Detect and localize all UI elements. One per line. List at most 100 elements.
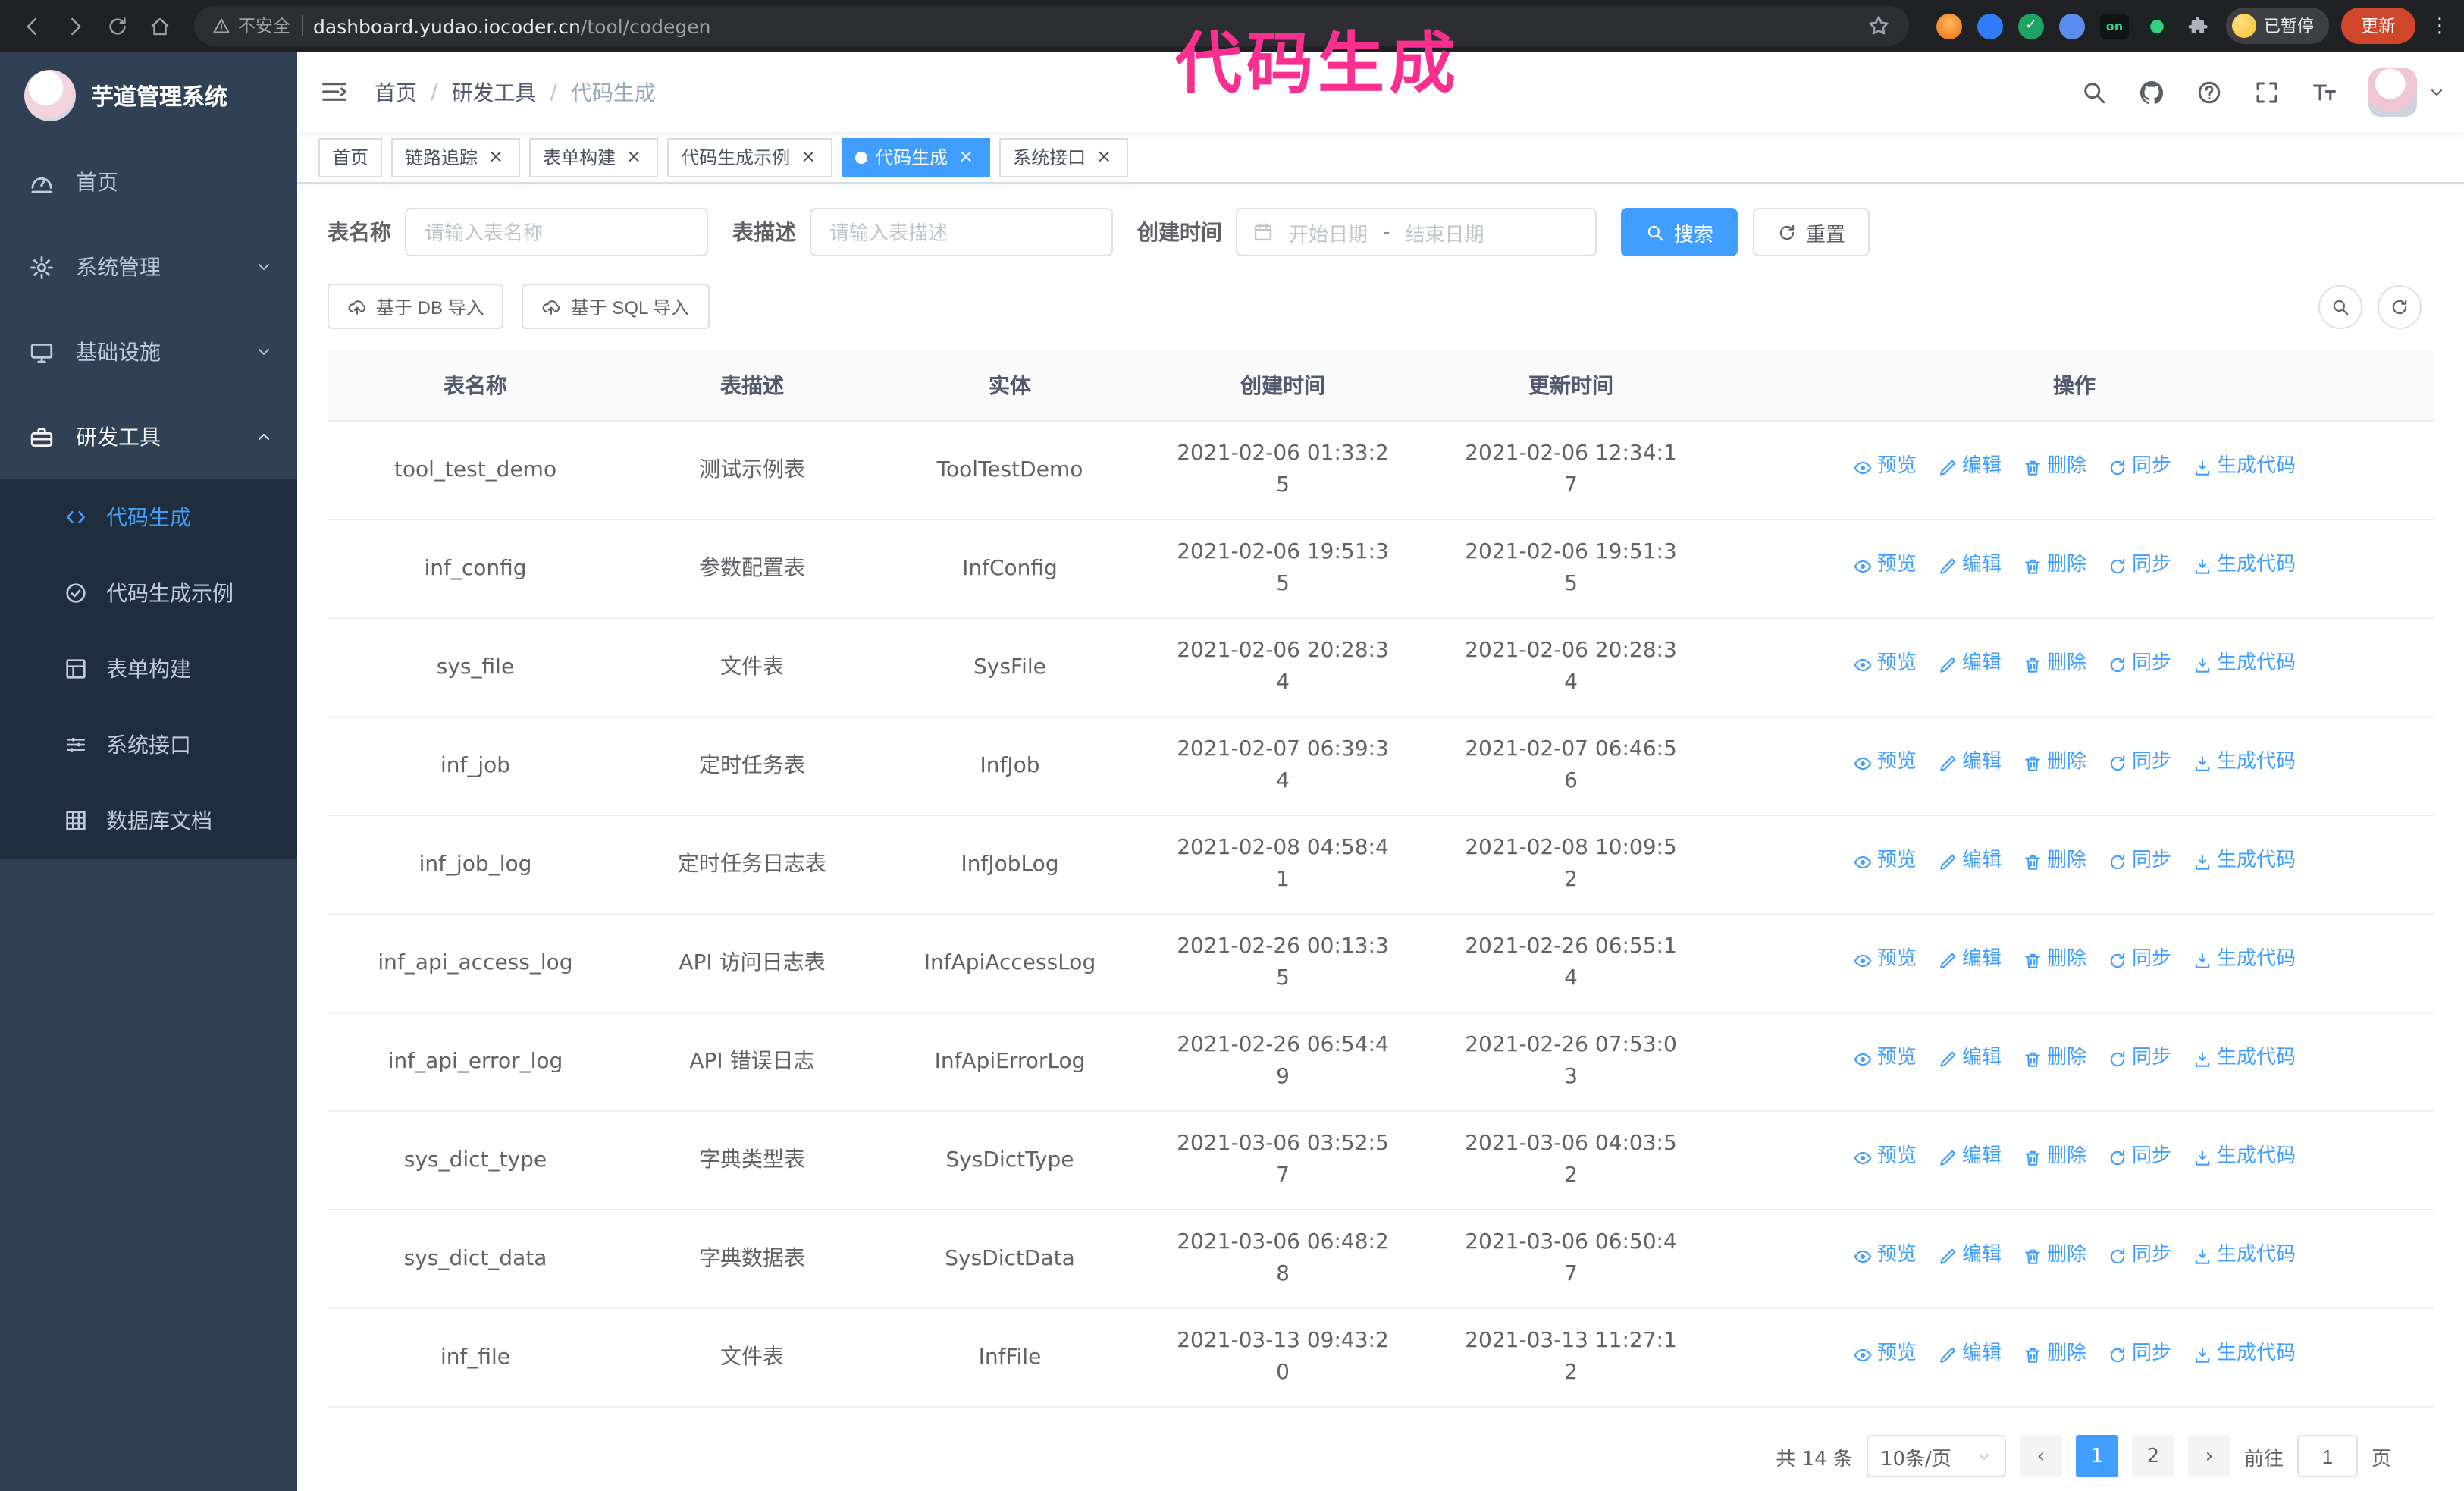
refresh-table-button[interactable] [2378,284,2422,328]
preview-link[interactable]: 预览 [1853,749,1917,778]
preview-link[interactable]: 预览 [1853,1340,1917,1370]
generate-code-link[interactable]: 生成代码 [2193,453,2296,482]
fullscreen-button[interactable] [2241,66,2293,118]
sidebar-item-system[interactable]: 系统管理 [0,224,297,309]
logo-area[interactable]: 芋道管理系统 [0,52,297,140]
sync-link[interactable]: 同步 [2108,1340,2171,1370]
extension-leaf-icon[interactable] [2144,13,2170,39]
import-sql-button[interactable]: 基于 SQL 导入 [522,284,710,329]
tab-codegen-example[interactable]: 代码生成示例 × [667,137,833,177]
tab-tracing[interactable]: 链路追踪 × [391,137,521,177]
edit-link[interactable]: 编辑 [1938,1143,2002,1172]
page-button-2[interactable]: 2 [2131,1435,2174,1477]
edit-link[interactable]: 编辑 [1938,650,2002,680]
sync-link[interactable]: 同步 [2108,650,2171,680]
edit-link[interactable]: 编辑 [1938,453,2002,482]
delete-link[interactable]: 删除 [2023,551,2086,581]
edit-link[interactable]: 编辑 [1938,1044,2002,1074]
date-range-picker[interactable]: 开始日期 - 结束日期 [1236,208,1597,256]
close-icon[interactable]: × [623,146,644,168]
extension-drop-icon[interactable] [1977,13,2003,39]
prev-page-button[interactable]: ‹ [2019,1435,2062,1477]
delete-link[interactable]: 删除 [2023,1340,2086,1370]
sync-link[interactable]: 同步 [2108,749,2171,778]
github-button[interactable] [2126,66,2177,118]
sidebar-item-system-api[interactable]: 系统接口 [0,707,297,783]
sync-link[interactable]: 同步 [2108,551,2171,581]
delete-link[interactable]: 删除 [2023,453,2086,482]
close-icon[interactable]: × [1093,146,1114,168]
toggle-search-button[interactable] [2318,284,2362,328]
extension-check-icon[interactable]: ✓ [2018,13,2044,39]
delete-link[interactable]: 删除 [2023,749,2086,778]
extension-fox-icon[interactable] [1936,13,1962,39]
tab-home[interactable]: 首页 [318,137,383,177]
close-icon[interactable]: × [955,146,977,168]
font-size-button[interactable] [2299,66,2350,118]
generate-code-link[interactable]: 生成代码 [2193,1340,2296,1370]
header-search-button[interactable] [2068,66,2120,118]
preview-link[interactable]: 预览 [1853,1143,1917,1172]
breadcrumb-item[interactable]: 首页 [375,77,417,107]
edit-link[interactable]: 编辑 [1938,551,2002,581]
hamburger-button[interactable] [297,52,371,132]
preview-link[interactable]: 预览 [1853,1044,1917,1074]
edit-link[interactable]: 编辑 [1938,946,2002,975]
preview-link[interactable]: 预览 [1853,650,1917,680]
generate-code-link[interactable]: 生成代码 [2193,1044,2296,1074]
table-name-input[interactable] [405,208,708,256]
browser-menu-icon[interactable]: ⋮ [2428,14,2452,37]
page-button-1[interactable]: 1 [2075,1435,2118,1477]
tab-system-api[interactable]: 系统接口 × [999,137,1129,177]
sync-link[interactable]: 同步 [2108,946,2171,975]
profile-chip[interactable]: 已暂停 [2226,8,2329,44]
breadcrumb-item[interactable]: 研发工具 [451,77,536,107]
sync-link[interactable]: 同步 [2108,1143,2171,1172]
back-button[interactable] [12,6,52,46]
sidebar-item-codegen-example[interactable]: 代码生成示例 [0,555,297,631]
delete-link[interactable]: 删除 [2023,1044,2086,1074]
sidebar-item-form-builder[interactable]: 表单构建 [0,631,297,707]
security-indicator[interactable]: 不安全 [212,14,290,38]
extension-on-icon[interactable]: on [2100,13,2129,39]
sync-link[interactable]: 同步 [2108,1044,2171,1074]
sync-link[interactable]: 同步 [2108,1241,2171,1271]
edit-link[interactable]: 编辑 [1938,749,2002,778]
generate-code-link[interactable]: 生成代码 [2193,1143,2296,1172]
edit-link[interactable]: 编辑 [1938,1241,2002,1271]
browser-update-button[interactable]: 更新 [2341,8,2415,44]
generate-code-link[interactable]: 生成代码 [2193,749,2296,778]
table-desc-input[interactable] [810,208,1113,256]
goto-page-input[interactable] [2296,1435,2358,1477]
extensions-puzzle-icon[interactable] [2185,13,2211,39]
reload-button[interactable] [97,6,136,46]
preview-link[interactable]: 预览 [1853,453,1917,482]
preview-link[interactable]: 预览 [1853,1241,1917,1271]
close-icon[interactable]: × [798,146,819,168]
preview-link[interactable]: 预览 [1853,551,1917,581]
generate-code-link[interactable]: 生成代码 [2193,946,2296,975]
home-button[interactable] [140,6,179,46]
preview-link[interactable]: 预览 [1853,847,1917,877]
close-icon[interactable]: × [485,146,506,168]
reset-button[interactable]: 重置 [1753,208,1870,256]
extension-people-icon[interactable] [2059,13,2085,39]
edit-link[interactable]: 编辑 [1938,847,2002,877]
generate-code-link[interactable]: 生成代码 [2193,1241,2296,1271]
generate-code-link[interactable]: 生成代码 [2193,847,2296,877]
preview-link[interactable]: 预览 [1853,946,1917,975]
delete-link[interactable]: 删除 [2023,650,2086,680]
sidebar-item-devtools[interactable]: 研发工具 [0,394,297,479]
search-button[interactable]: 搜索 [1621,208,1738,256]
page-size-select[interactable]: 10条/页 [1866,1435,2006,1477]
delete-link[interactable]: 删除 [2023,946,2086,975]
edit-link[interactable]: 编辑 [1938,1340,2002,1370]
sidebar-item-db-doc[interactable]: 数据库文档 [0,783,297,859]
tab-codegen[interactable]: 代码生成 × [842,137,991,177]
bookmark-star-icon[interactable] [1867,14,1891,38]
help-button[interactable] [2183,66,2235,118]
sidebar-item-infra[interactable]: 基础设施 [0,309,297,394]
delete-link[interactable]: 删除 [2023,1143,2086,1172]
user-avatar[interactable] [2368,67,2417,116]
sync-link[interactable]: 同步 [2108,453,2171,482]
